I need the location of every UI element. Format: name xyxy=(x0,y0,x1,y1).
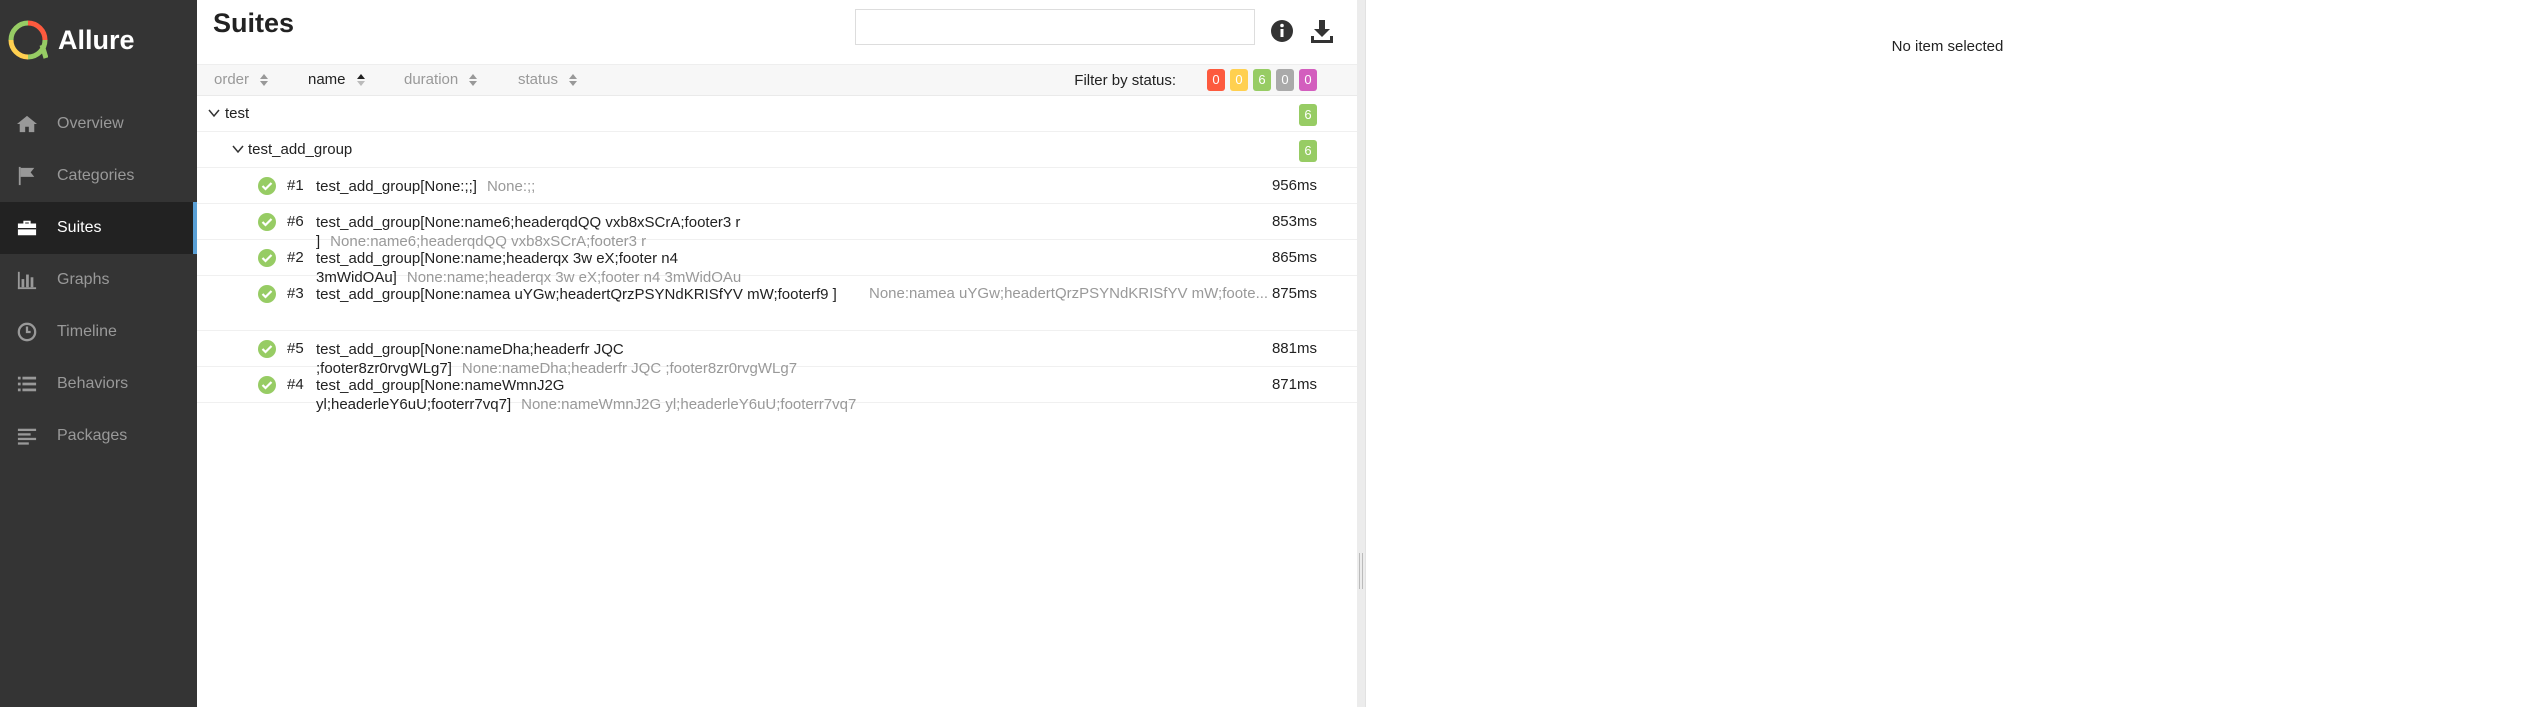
status-filters: 0 0 6 0 0 xyxy=(1207,69,1317,91)
sort-name-label: name xyxy=(308,71,346,88)
passed-check-icon xyxy=(258,213,276,231)
sort-status-label: status xyxy=(518,71,559,88)
filter-unknown-badge[interactable]: 0 xyxy=(1299,69,1317,91)
test-row[interactable]: #5 test_add_group[None:nameDha;headerfr … xyxy=(197,331,1357,377)
test-duration: 865ms xyxy=(1271,249,1317,266)
sidebar-item-label: Categories xyxy=(57,167,135,184)
passed-check-icon xyxy=(258,340,276,358)
subsuite-count-badge: 6 xyxy=(1299,140,1317,162)
sidebar-item-label: Suites xyxy=(57,219,102,236)
download-button[interactable] xyxy=(1307,16,1337,46)
sort-icon xyxy=(569,73,578,86)
chevron-down-icon xyxy=(207,106,221,120)
sort-icon xyxy=(260,73,269,86)
sort-asc-icon xyxy=(356,73,365,86)
subsuite-row[interactable]: test_add_group 6 xyxy=(197,132,1357,168)
test-duration: 853ms xyxy=(1271,213,1317,230)
filter-failed-badge[interactable]: 0 xyxy=(1207,69,1225,91)
sidebar-item-suites[interactable]: Suites xyxy=(0,202,197,254)
sidebar-item-behaviors[interactable]: Behaviors xyxy=(0,358,197,410)
align-left-icon xyxy=(15,425,39,447)
brand-name: Allure xyxy=(58,24,135,55)
download-icon xyxy=(1311,20,1333,43)
sort-bar: order name duration status Filter by sta… xyxy=(197,65,1357,96)
sidebar-item-label: Overview xyxy=(57,115,124,132)
chevron-down-icon xyxy=(231,142,245,156)
empty-state-text: No item selected xyxy=(1891,38,2004,55)
sidebar-item-label: Graphs xyxy=(57,271,110,288)
test-duration: 956ms xyxy=(1271,177,1317,194)
passed-check-icon xyxy=(258,285,276,303)
test-row[interactable]: #1 test_add_group[None:;;] None:;; 956ms xyxy=(197,168,1357,204)
test-duration: 881ms xyxy=(1271,340,1317,357)
filter-passed-badge[interactable]: 6 xyxy=(1253,69,1271,91)
search-input[interactable] xyxy=(855,9,1255,45)
sort-duration[interactable]: duration xyxy=(404,71,478,88)
passed-check-icon xyxy=(258,177,276,195)
clock-icon xyxy=(15,321,39,343)
brand[interactable]: Allure xyxy=(0,0,197,80)
test-name-cell: test_add_group[None:nameWmnJ2G yl;header… xyxy=(316,376,876,414)
test-row[interactable]: #3 test_add_group[None:namea uYGw;header… xyxy=(197,276,1357,331)
suite-name: test xyxy=(225,105,250,122)
page-title: Suites xyxy=(213,8,295,38)
sort-order-label: order xyxy=(214,71,250,88)
sidebar-item-label: Packages xyxy=(57,427,128,444)
sidebar-item-graphs[interactable]: Graphs xyxy=(0,254,197,306)
test-order: #4 xyxy=(287,376,304,393)
test-order: #2 xyxy=(287,249,304,266)
sort-name[interactable]: name xyxy=(308,71,366,88)
test-params: None:nameWmnJ2G yl;headerleY6uU;footerr7… xyxy=(521,396,857,413)
drag-handle-icon xyxy=(1359,553,1363,589)
suite-row[interactable]: test 6 xyxy=(197,96,1357,132)
test-duration: 875ms xyxy=(1271,285,1317,302)
sidebar-item-overview[interactable]: Overview xyxy=(0,98,197,150)
test-row[interactable]: #4 test_add_group[None:nameWmnJ2G yl;hea… xyxy=(197,367,1357,413)
test-duration: 871ms xyxy=(1271,376,1317,393)
sidebar-item-categories[interactable]: Categories xyxy=(0,150,197,202)
briefcase-icon xyxy=(15,217,39,239)
sort-order[interactable]: order xyxy=(214,71,269,88)
test-row[interactable]: #6 test_add_group[None:name6;headerqdQQ … xyxy=(197,204,1357,250)
test-row[interactable]: #2 test_add_group[None:name;headerqx 3w … xyxy=(197,240,1357,286)
filter-skipped-badge[interactable]: 0 xyxy=(1276,69,1294,91)
home-icon xyxy=(15,113,39,135)
sidebar-item-label: Behaviors xyxy=(57,375,129,392)
filter-label: Filter by status: xyxy=(1074,72,1176,89)
sidebar: Allure Overview Categories Suites Graphs xyxy=(0,0,197,707)
info-button[interactable] xyxy=(1267,16,1297,46)
flag-icon xyxy=(15,165,39,187)
sidebar-item-label: Timeline xyxy=(57,323,117,340)
test-params: None:;; xyxy=(486,178,536,195)
filter-broken-badge[interactable]: 0 xyxy=(1230,69,1248,91)
sidebar-item-timeline[interactable]: Timeline xyxy=(0,306,197,358)
test-name: test_add_group[None:;;] xyxy=(316,178,477,195)
list-icon xyxy=(15,373,39,395)
test-order: #1 xyxy=(287,177,304,194)
detail-pane: No item selected xyxy=(1365,0,2529,707)
sort-duration-label: duration xyxy=(404,71,459,88)
pane-splitter[interactable] xyxy=(1357,0,1365,707)
suite-tree: test 6 test_add_group 6 #1 test_add_grou… xyxy=(197,96,1357,413)
test-name: test_add_group[None:namea uYGw;headertQr… xyxy=(316,286,837,303)
test-order: #3 xyxy=(287,285,304,302)
passed-check-icon xyxy=(258,249,276,267)
sidebar-nav: Overview Categories Suites Graphs Timeli… xyxy=(0,98,197,462)
test-order: #5 xyxy=(287,340,304,357)
subsuite-name: test_add_group xyxy=(248,141,353,158)
passed-check-icon xyxy=(258,376,276,394)
test-order: #6 xyxy=(287,213,304,230)
suites-pane: Suites order name duration status Filter… xyxy=(197,0,1357,707)
pane-header: Suites xyxy=(197,0,1357,65)
test-params: None:namea uYGw;headertQrzPSYNdKRISfYV m… xyxy=(869,285,1269,302)
suite-count-badge: 6 xyxy=(1299,104,1317,126)
sort-status[interactable]: status xyxy=(518,71,578,88)
allure-logo-icon xyxy=(8,20,48,60)
info-icon xyxy=(1271,20,1293,42)
bar-chart-icon xyxy=(15,269,39,291)
test-name-cell: test_add_group[None:;;] None:;; xyxy=(316,177,876,196)
sort-icon xyxy=(469,73,478,86)
sidebar-item-packages[interactable]: Packages xyxy=(0,410,197,462)
